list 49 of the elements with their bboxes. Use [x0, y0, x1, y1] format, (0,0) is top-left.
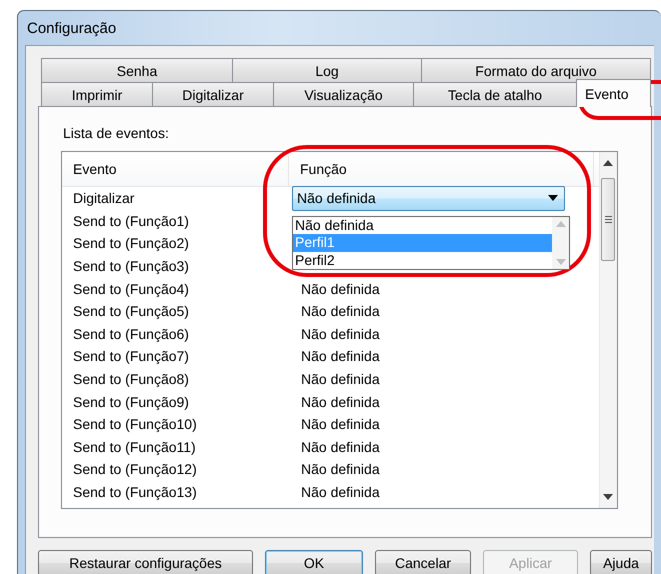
column-header[interactable]: Evento: [62, 152, 289, 186]
table-cell-text: Send to (Função11): [72, 438, 197, 455]
tab[interactable]: Senha: [41, 58, 233, 82]
table-cell-text: Send to (Função1): [72, 212, 190, 229]
tab[interactable]: Visualização: [273, 82, 414, 106]
list-label: Lista de eventos:: [63, 125, 169, 141]
grip-icon: [604, 216, 612, 223]
dropdown-option[interactable]: Perfil2: [293, 252, 552, 269]
table-cell-text: Send to (Função4): [72, 280, 190, 297]
caret-icon: [548, 195, 558, 202]
table-cell-text: Send to (Função7): [72, 348, 190, 364]
scrollbar-thumb[interactable]: [601, 178, 615, 261]
table-cell-text: Não definida: [300, 371, 380, 388]
tab[interactable]: Digitalizar: [152, 82, 274, 106]
table-cell-text: Send to (Função8): [72, 371, 190, 388]
table-cell-text: Send to (Função12): [72, 461, 198, 478]
scroll-up-icon: [556, 221, 566, 227]
function-dropdown[interactable]: Não definida: [292, 186, 565, 211]
tab[interactable]: Imprimir: [41, 82, 153, 106]
tab[interactable]: Log: [232, 58, 422, 82]
table-cell-text: Não definida: [300, 416, 380, 432]
dialog-button[interactable]: Cancelar: [375, 550, 471, 574]
table-cell-text: Send to (Função13): [72, 484, 198, 500]
table-cell-text: Não definida: [300, 484, 380, 500]
table-cell-text: Não definida: [300, 348, 380, 364]
scroll-up-icon: [603, 160, 613, 166]
tab[interactable]: Tecla de atalho: [413, 82, 577, 106]
tab[interactable]: Evento: [576, 79, 651, 107]
table-cell-text: Não definida: [300, 461, 380, 478]
dialog-button[interactable]: OK: [265, 550, 363, 574]
table-cell-text: Send to (Função6): [72, 326, 190, 342]
scroll-down-icon: [603, 494, 613, 500]
dialog-button[interactable]: Ajuda: [590, 550, 652, 574]
table-cell-text: Send to (Função2): [72, 235, 190, 252]
tab[interactable]: Formato do arquivo: [421, 58, 651, 82]
table-cell-text: Não definida: [300, 303, 380, 320]
dropdown-option[interactable]: Não definida: [293, 217, 552, 234]
table-cell-text: Send to (Função10): [72, 416, 198, 432]
table-cell-text: Não definida: [300, 438, 380, 455]
table-cell-text: Digitalizar: [72, 190, 136, 206]
table-cell-text: Send to (Função5): [72, 303, 190, 320]
table-cell-text: Não definida: [300, 280, 380, 297]
table-cell-text: Não definida: [300, 394, 380, 410]
table-cell-text: Send to (Função3): [72, 258, 190, 274]
table-cell-text: Não definida: [300, 326, 380, 342]
window-title: Configuração: [27, 20, 116, 36]
scroll-down-icon: [556, 259, 566, 265]
table-cell-text: Send to (Função9): [72, 394, 190, 410]
dialog-button[interactable]: Restaurar configurações: [38, 550, 253, 574]
